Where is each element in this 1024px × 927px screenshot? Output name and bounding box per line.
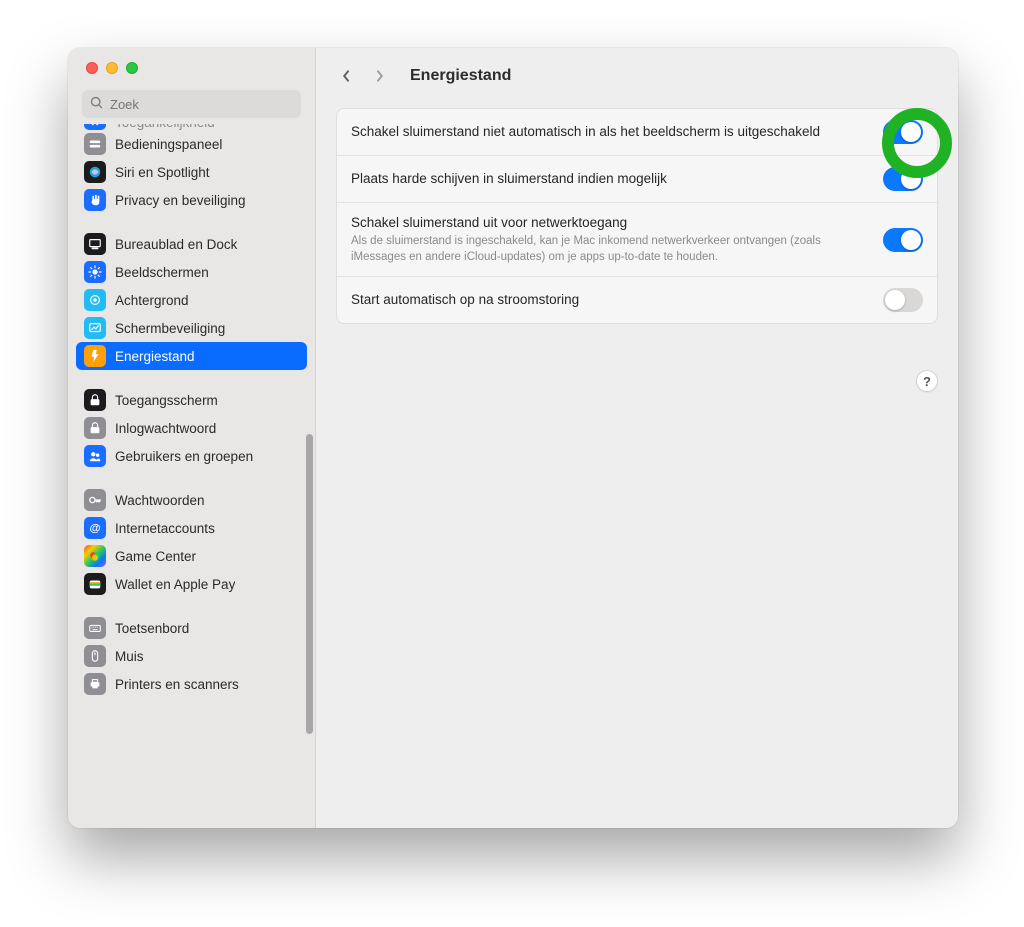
users-icon: [84, 445, 106, 467]
sidebar-item-label: Printers en scanners: [115, 677, 239, 692]
setting-title: Start automatisch op na stroomstoring: [351, 291, 869, 309]
setting-toggle[interactable]: [883, 288, 923, 312]
content-header: Energiestand: [316, 48, 958, 100]
at-icon: @: [84, 517, 106, 539]
lock-icon: [84, 417, 106, 439]
setting-title: Schakel sluimerstand niet automatisch in…: [351, 123, 869, 141]
sidebar-item-siri-en-spotlight[interactable]: Siri en Spotlight: [76, 158, 307, 186]
siri-icon: [84, 161, 106, 183]
window-controls: [68, 48, 315, 84]
sidebar-item-label: Siri en Spotlight: [115, 165, 210, 180]
sidebar-item-achtergrond[interactable]: Achtergrond: [76, 286, 307, 314]
sidebar-item-label: Energiestand: [115, 349, 195, 364]
sidebar-item-label: Beeldschermen: [115, 265, 209, 280]
mouse-icon: [84, 645, 106, 667]
sidebar-item-label: Bureaublad en Dock: [115, 237, 237, 252]
sidebar-item-label: Internetaccounts: [115, 521, 215, 536]
control-center-icon: [84, 133, 106, 155]
back-button[interactable]: [332, 62, 360, 90]
sidebar-item-wallet-en-apple-pay[interactable]: Wallet en Apple Pay: [76, 570, 307, 598]
dock-icon: [84, 233, 106, 255]
sidebar-item-privacy-en-beveiliging[interactable]: Privacy en beveiliging: [76, 186, 307, 214]
sidebar-item-label: Inlogwachtwoord: [115, 421, 216, 436]
setting-row: Start automatisch op na stroomstoring: [337, 277, 937, 323]
sidebar-item-muis[interactable]: Muis: [76, 642, 307, 670]
sidebar-item-schermbeveiliging[interactable]: Schermbeveiliging: [76, 314, 307, 342]
accessibility-icon: [84, 124, 106, 130]
lockscreen-icon: [84, 389, 106, 411]
setting-row: Schakel sluimerstand uit voor netwerktoe…: [337, 203, 937, 277]
setting-description: Als de sluimerstand is ingeschakeld, kan…: [351, 234, 831, 265]
sidebar-item-label: Wachtwoorden: [115, 493, 205, 508]
displays-icon: [84, 261, 106, 283]
forward-button[interactable]: [366, 62, 394, 90]
search-input[interactable]: [110, 97, 293, 112]
sidebar-item-toegangsscherm[interactable]: Toegangsscherm: [76, 386, 307, 414]
sidebar-item-toetsenbord[interactable]: Toetsenbord: [76, 614, 307, 642]
sidebar-item-game-center[interactable]: Game Center: [76, 542, 307, 570]
sidebar-item-label: Schermbeveiliging: [115, 321, 225, 336]
page-title: Energiestand: [410, 67, 511, 85]
setting-toggle[interactable]: [883, 120, 923, 144]
minimize-window-button[interactable]: [106, 62, 118, 74]
sidebar-item-bedieningspaneel[interactable]: Bedieningspaneel: [76, 130, 307, 158]
sidebar-item-inlogwachtwoord[interactable]: Inlogwachtwoord: [76, 414, 307, 442]
sidebar-item-label: Toegangsscherm: [115, 393, 218, 408]
sidebar-item-beeldschermen[interactable]: Beeldschermen: [76, 258, 307, 286]
sidebar-item-gebruikers-en-groepen[interactable]: Gebruikers en groepen: [76, 442, 307, 470]
setting-row: Plaats harde schijven in sluimerstand in…: [337, 156, 937, 203]
system-settings-window: Toegankelijkheid Bedieningspaneel Siri en …: [68, 48, 958, 828]
sidebar: Toegankelijkheid Bedieningspaneel Siri en …: [68, 48, 316, 828]
sidebar-item-internetaccounts[interactable]: @ Internetaccounts: [76, 514, 307, 542]
svg-text:@: @: [89, 523, 100, 535]
screensaver-icon: [84, 317, 106, 339]
setting-toggle[interactable]: [883, 228, 923, 252]
printer-icon: [84, 673, 106, 695]
sidebar-item-label: Game Center: [115, 549, 196, 564]
keyboard-icon: [84, 617, 106, 639]
close-window-button[interactable]: [86, 62, 98, 74]
sidebar-item-label: Gebruikers en groepen: [115, 449, 253, 464]
sidebar-scrollbar-thumb[interactable]: [306, 434, 313, 734]
zoom-window-button[interactable]: [126, 62, 138, 74]
sidebar-item-bureaublad-en-dock[interactable]: Bureaublad en Dock: [76, 230, 307, 258]
setting-title: Plaats harde schijven in sluimerstand in…: [351, 170, 869, 188]
sidebar-item-energiestand[interactable]: Energiestand: [76, 342, 307, 370]
sidebar-item-wachtwoorden[interactable]: Wachtwoorden: [76, 486, 307, 514]
sidebar-item-printers-en-scanners[interactable]: Printers en scanners: [76, 670, 307, 698]
sidebar-item-label: Muis: [115, 649, 144, 664]
setting-toggle[interactable]: [883, 167, 923, 191]
gamecenter-icon: [84, 545, 106, 567]
search-field[interactable]: [82, 90, 301, 118]
setting-row: Schakel sluimerstand niet automatisch in…: [337, 109, 937, 156]
hand-icon: [84, 189, 106, 211]
settings-panel: Schakel sluimerstand niet automatisch in…: [336, 108, 938, 324]
sidebar-item-label: Bedieningspaneel: [115, 137, 222, 152]
help-button[interactable]: ?: [916, 370, 938, 392]
sidebar-item-label: Wallet en Apple Pay: [115, 577, 235, 592]
sidebar-scroll-area[interactable]: Toegankelijkheid Bedieningspaneel Siri en …: [68, 124, 315, 828]
sidebar-item-label: Achtergrond: [115, 293, 189, 308]
main-content: Energiestand Schakel sluimerstand niet a…: [316, 48, 958, 828]
setting-title: Schakel sluimerstand uit voor netwerktoe…: [351, 214, 869, 232]
sidebar-item-label: Toegankelijkheid: [115, 124, 215, 130]
energy-icon: [84, 345, 106, 367]
wallet-icon: [84, 573, 106, 595]
wallpaper-icon: [84, 289, 106, 311]
sidebar-item-label: Toetsenbord: [115, 621, 189, 636]
sidebar-item-label: Privacy en beveiliging: [115, 193, 246, 208]
key-icon: [84, 489, 106, 511]
search-icon: [90, 96, 104, 113]
